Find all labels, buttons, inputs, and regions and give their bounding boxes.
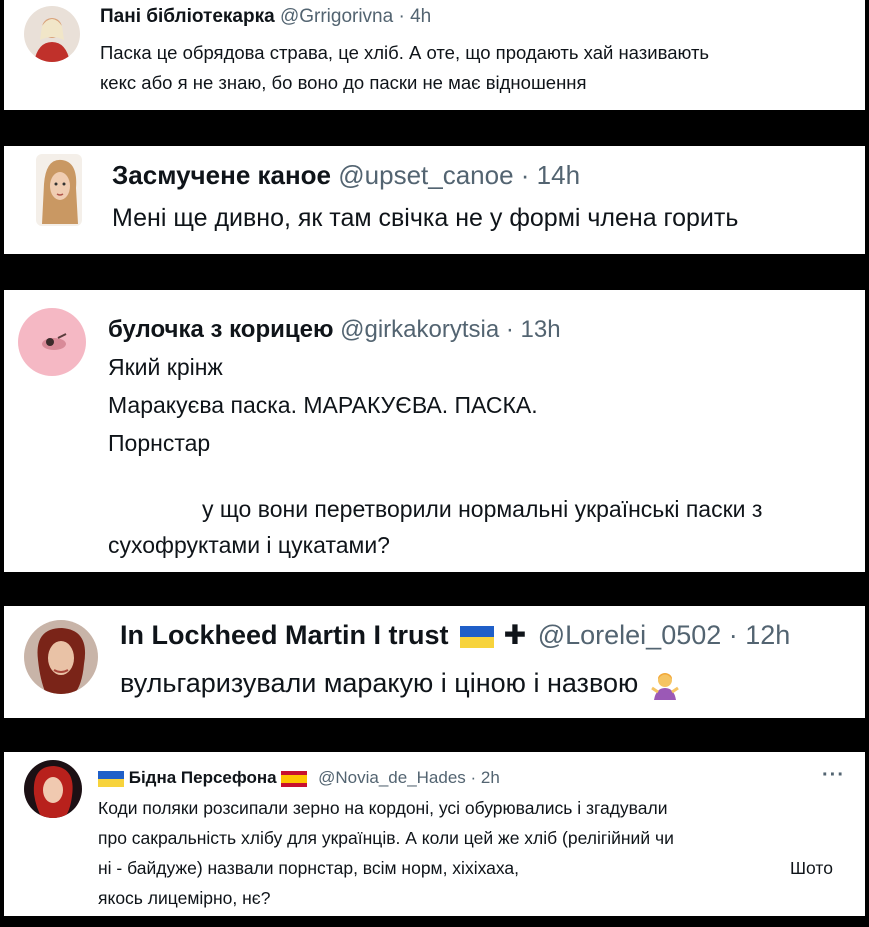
avatar[interactable] xyxy=(24,6,80,62)
author-handle[interactable]: @Lorelei_0502 xyxy=(538,620,722,650)
tweet-time[interactable]: · 13h xyxy=(506,316,561,343)
more-options-icon[interactable]: ··· xyxy=(822,764,845,787)
author-name[interactable]: Засмучене каное xyxy=(112,160,331,190)
person-shrugging-emoji xyxy=(650,670,680,700)
author-name[interactable]: In Lockheed Martin I trust xyxy=(120,620,449,650)
tweet-header: Пані бібліотекарка @Grrigorivna · 4h xyxy=(100,6,431,28)
avatar[interactable] xyxy=(18,308,86,376)
author-handle[interactable]: @Grrigorivna xyxy=(280,6,393,27)
tweet-text-line: Порнстар xyxy=(108,430,211,456)
tweet-text-line: про сакральність хлібу для українців. А … xyxy=(98,828,674,848)
tweet-text-line: у що вони перетворили нормальні українсь… xyxy=(202,496,763,522)
author-handle[interactable]: @upset_canoe xyxy=(338,160,513,190)
tweet-text-line: вульгаризували маракую і ціною і назвою xyxy=(120,668,639,698)
tweet-text-line: Мені ще дивно, як там свічка не у формі … xyxy=(112,204,739,232)
tweet-header: булочка з корицею @girkakorytsia · 13h xyxy=(108,316,561,344)
tweet-time[interactable]: · 4h xyxy=(398,6,431,27)
tweet-text-line: Шото xyxy=(790,858,833,878)
tweet-time[interactable]: · 2h xyxy=(471,768,500,787)
tweet-time[interactable]: · 12h xyxy=(729,620,791,650)
author-handle[interactable]: @Novia_de_Hades xyxy=(318,768,466,787)
tweet-text-line: Коди поляки розсипали зерно на кордоні, … xyxy=(98,798,668,818)
tweet-text-line: Який крінж xyxy=(108,354,223,380)
tweet-header: Засмучене каное @upset_canoe · 14h xyxy=(112,160,580,191)
author-handle[interactable]: @girkakorytsia xyxy=(340,316,499,343)
tweet-text-row: вульгаризували маракую і ціною і назвою xyxy=(120,668,680,700)
tweet-card-2[interactable]: Засмучене каное @upset_canoe · 14h Мені … xyxy=(4,146,865,254)
author-name[interactable]: булочка з корицею xyxy=(108,316,333,343)
author-name[interactable]: Бідна Персефона xyxy=(129,768,277,787)
avatar[interactable] xyxy=(24,620,98,694)
avatar[interactable] xyxy=(24,760,82,818)
author-name[interactable]: Пані бібліотекарка xyxy=(100,6,275,27)
tweet-header: Бідна Персефона @Novia_de_Hades · 2h xyxy=(98,768,500,788)
tweet-card-5[interactable]: Бідна Персефона @Novia_de_Hades · 2h ···… xyxy=(4,752,865,916)
ukraine-flag-icon xyxy=(98,770,124,787)
tweet-text-line: Паска це обрядова страва, це хліб. А оте… xyxy=(100,42,710,63)
tweet-card-4[interactable]: In Lockheed Martin I trust ✚ @Lorelei_05… xyxy=(4,606,865,718)
tweet-card-1[interactable]: Пані бібліотекарка @Grrigorivna · 4h Пас… xyxy=(4,0,865,110)
tweet-time[interactable]: · 14h xyxy=(521,160,580,190)
tweet-text-line: кекс або я не знаю, бо воно до паски не … xyxy=(100,72,587,93)
tweet-card-3[interactable]: булочка з корицею @girkakorytsia · 13h Я… xyxy=(4,290,865,572)
spain-flag-icon xyxy=(281,770,308,787)
avatar[interactable] xyxy=(36,154,82,226)
tweet-text-line: Маракуєва паска. МАРАКУЄВА. ПАСКА. xyxy=(108,392,538,418)
ukraine-flag-icon xyxy=(460,625,495,648)
cross-icon: ✚ xyxy=(503,620,527,650)
tweet-header: In Lockheed Martin I trust ✚ @Lorelei_05… xyxy=(120,620,790,651)
tweet-text-line: ні - байдуже) назвали порнстар, всім нор… xyxy=(98,858,520,878)
tweet-text-line: якось лицемірно, нє? xyxy=(98,888,271,908)
tweet-text-line: сухофруктами і цукатами? xyxy=(108,532,390,558)
